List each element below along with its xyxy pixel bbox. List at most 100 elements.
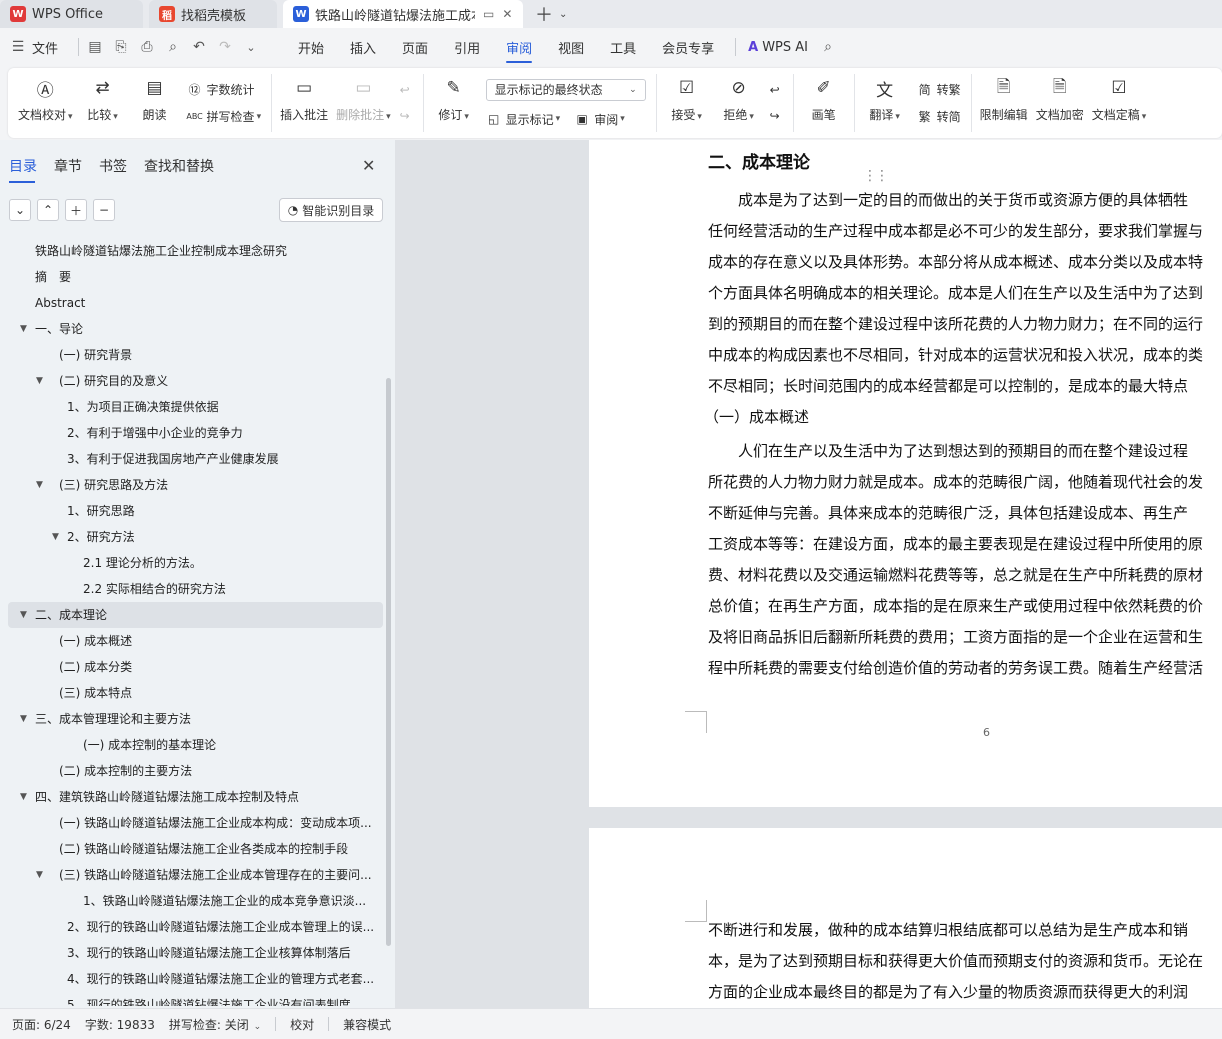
compare-button[interactable]: ⇄ 比较 ▾ — [77, 68, 129, 138]
drag-handle-icon[interactable]: ⋮⋮ — [863, 168, 889, 184]
toc-item[interactable]: 4、现行的铁路山岭隧道钻爆法施工企业的管理方式老套... — [8, 966, 383, 992]
monitor-icon[interactable]: ▭ — [483, 7, 494, 21]
print-icon[interactable]: ⎙ — [139, 39, 155, 55]
export-icon[interactable]: ⎘ — [113, 39, 129, 55]
wps-ai-button[interactable]: A WPS AI — [748, 40, 808, 55]
tab-wps-office[interactable]: W WPS Office — [0, 0, 144, 28]
toc-item[interactable]: 1、铁路山岭隧道钻爆法施工企业的成本竞争意识淡... — [8, 888, 383, 914]
file-menu[interactable]: ☰ 文件 — [10, 38, 58, 57]
caret-down-icon[interactable]: ▼ — [20, 602, 27, 628]
tab-tools[interactable]: 工具 — [610, 32, 636, 63]
toc-item[interactable]: ▼ 三、成本管理理论和主要方法 — [8, 706, 383, 732]
collapse-up-button[interactable]: ⌃ — [37, 199, 59, 221]
save-icon[interactable]: ▤ — [87, 39, 103, 55]
toc-item[interactable]: ▼ 2、研究方法 — [8, 524, 383, 550]
tab-member[interactable]: 会员专享 — [662, 32, 714, 63]
tab-references[interactable]: 引用 — [454, 32, 480, 63]
toc-item[interactable]: ▼ 一、导论 — [8, 316, 383, 342]
next-revision-button[interactable]: ↪ — [767, 108, 787, 124]
toc-item[interactable]: (二) 成本控制的主要方法 — [8, 758, 383, 784]
next-comment-button[interactable]: ↪ — [397, 108, 417, 124]
insert-comment-button[interactable]: ▭ 插入批注 — [276, 68, 332, 138]
tab-find-replace[interactable]: 查找和替换 — [144, 156, 214, 182]
caret-down-icon[interactable]: ▼ — [20, 784, 27, 810]
redo-icon[interactable]: ↷ — [217, 39, 233, 55]
tab-document[interactable]: W 铁路山岭隧道钻爆法施工成本 ▭ ✕ — [283, 0, 524, 28]
print-preview-icon[interactable]: ⌕ — [165, 39, 181, 55]
toc-item[interactable]: 2.1 理论分析的方法。 — [8, 550, 383, 576]
toc-item[interactable]: 5、现行的铁路山岭隧道钻爆法施工企业没有间表制度 — [8, 992, 383, 1006]
tab-insert[interactable]: 插入 — [350, 32, 376, 63]
reject-button[interactable]: ⊘ 拒绝 ▾ — [713, 68, 765, 138]
page[interactable]: ⋮⋮ 二、成本理论 成本是为了达到一定的目的而做出的关于货币或资源方便的具体牺牲… — [589, 140, 1222, 807]
proofread-status[interactable]: 校对 — [290, 1016, 314, 1033]
toc-item[interactable]: (一) 成本概述 — [8, 628, 383, 654]
delete-comment-button[interactable]: ▭ 删除批注 ▾ — [332, 68, 395, 138]
expand-down-button[interactable]: ⌄ — [9, 199, 31, 221]
toc-item[interactable]: 2、有利于增强中小企业的竞争力 — [8, 420, 383, 446]
undo-icon[interactable]: ↶ — [191, 39, 207, 55]
toc-item[interactable]: ▼ 四、建筑铁路山岭隧道钻爆法施工成本控制及特点 — [8, 784, 383, 810]
caret-down-icon[interactable]: ▼ — [20, 706, 27, 732]
tab-view[interactable]: 视图 — [558, 32, 584, 63]
toc-item[interactable]: 2、现行的铁路山岭隧道钻爆法施工企业成本管理上的误... — [8, 914, 383, 940]
close-icon[interactable]: ✕ — [362, 156, 375, 175]
accept-button[interactable]: ☑ 接受 ▾ — [661, 68, 713, 138]
toc-item[interactable]: ▼ (三) 铁路山岭隧道钻爆法施工企业成本管理存在的主要问... — [8, 862, 383, 888]
revise-button[interactable]: ✎ 修订 ▾ — [428, 68, 480, 138]
tab-page[interactable]: 页面 — [402, 32, 428, 63]
toc-item[interactable]: ▼ (三) 研究思路及方法 — [8, 472, 383, 498]
toc-item[interactable]: ▼ (二) 研究目的及意义 — [8, 368, 383, 394]
toc-item[interactable]: (一) 成本控制的基本理论 — [8, 732, 383, 758]
toc-item[interactable]: 3、有利于促进我国房地产产业健康发展 — [8, 446, 383, 472]
smart-toc-button[interactable]: ◔ 智能识别目录 — [279, 198, 383, 222]
word-count-status[interactable]: 字数: 19833 — [85, 1016, 155, 1033]
previous-comment-button[interactable]: ↩ — [397, 82, 417, 98]
restrict-edit-button[interactable]: 🗎 限制编辑 — [976, 68, 1032, 138]
caret-down-icon[interactable]: ▼ — [20, 316, 27, 342]
tab-bookmarks[interactable]: 书签 — [99, 156, 127, 182]
pen-button[interactable]: ✐ 画笔 — [798, 68, 850, 138]
toc-item[interactable]: 1、研究思路 — [8, 498, 383, 524]
close-tab-icon[interactable]: ✕ — [502, 7, 512, 21]
toc-item[interactable]: 摘 要 — [8, 264, 383, 290]
toc-item[interactable]: 铁路山岭隧道钻爆法施工企业控制成本理念研究 — [8, 238, 383, 264]
doc-check-button[interactable]: Ⓐ 文档校对 ▾ — [14, 68, 77, 138]
caret-down-icon[interactable]: ▼ — [52, 524, 59, 550]
read-aloud-button[interactable]: ▤ 朗读 — [129, 68, 181, 138]
show-markup-button[interactable]: ◱ 显示标记 ▾ — [486, 111, 560, 128]
previous-revision-button[interactable]: ↩ — [767, 82, 787, 98]
toc-item[interactable]: 2.2 实际相结合的研究方法 — [8, 576, 383, 602]
tab-toc[interactable]: 目录 — [9, 156, 37, 183]
doc-encrypt-button[interactable]: 🗎 文档加密 — [1032, 68, 1088, 138]
toc-item[interactable]: (三) 成本特点 — [8, 680, 383, 706]
word-count-button[interactable]: ⑫ 字数统计 — [187, 81, 262, 98]
toc-scrollbar[interactable] — [386, 378, 391, 946]
new-tab-button[interactable]: ＋ ⌄ — [535, 0, 567, 28]
tab-docer[interactable]: 稻 找稻壳模板 — [149, 0, 278, 28]
to-traditional-button[interactable]: 简转繁 — [917, 81, 961, 98]
tab-start[interactable]: 开始 — [298, 32, 324, 63]
toc-item[interactable]: 1、为项目正确决策提供依据 — [8, 394, 383, 420]
chevron-down-icon[interactable]: ⌄ — [243, 39, 259, 55]
toc-item[interactable]: (一) 铁路山岭隧道钻爆法施工企业成本构成：变动成本项... — [8, 810, 383, 836]
tab-review[interactable]: 审阅 — [506, 32, 533, 63]
remove-heading-button[interactable]: − — [93, 199, 115, 221]
toc-item[interactable]: (二) 铁路山岭隧道钻爆法施工企业各类成本的控制手段 — [8, 836, 383, 862]
to-simplified-button[interactable]: 繁转简 — [917, 108, 961, 125]
caret-down-icon[interactable]: ▼ — [36, 862, 43, 888]
translate-button[interactable]: 文 翻译 ▾ — [859, 68, 911, 138]
doc-finalize-button[interactable]: ☑ 文档定稿 ▾ — [1088, 68, 1151, 138]
toc-item[interactable]: Abstract — [8, 290, 383, 316]
toc-item[interactable]: (一) 研究背景 — [8, 342, 383, 368]
caret-down-icon[interactable]: ▼ — [36, 472, 43, 498]
search-icon[interactable]: ⌕ — [820, 39, 836, 55]
review-pane-button[interactable]: ▣ 审阅 ▾ — [574, 111, 625, 128]
add-heading-button[interactable]: ＋ — [65, 199, 87, 221]
toc-item[interactable]: ▼ 二、成本理论 — [8, 602, 383, 628]
markup-state-select[interactable]: 显示标记的最终状态 ⌄ — [485, 78, 646, 101]
toc-item[interactable]: 3、现行的铁路山岭隧道钻爆法施工企业核算体制落后 — [8, 940, 383, 966]
spell-check-button[interactable]: ABC 拼写检查 ▾ — [186, 108, 261, 125]
page[interactable]: 不断进行和发展，做种的成本结算归根结底都可以总结为是生产成本和销 本，是为了达到预… — [589, 828, 1222, 1008]
document-canvas[interactable]: ⋮⋮ 二、成本理论 成本是为了达到一定的目的而做出的关于货币或资源方便的具体牺牲… — [395, 140, 1222, 1008]
